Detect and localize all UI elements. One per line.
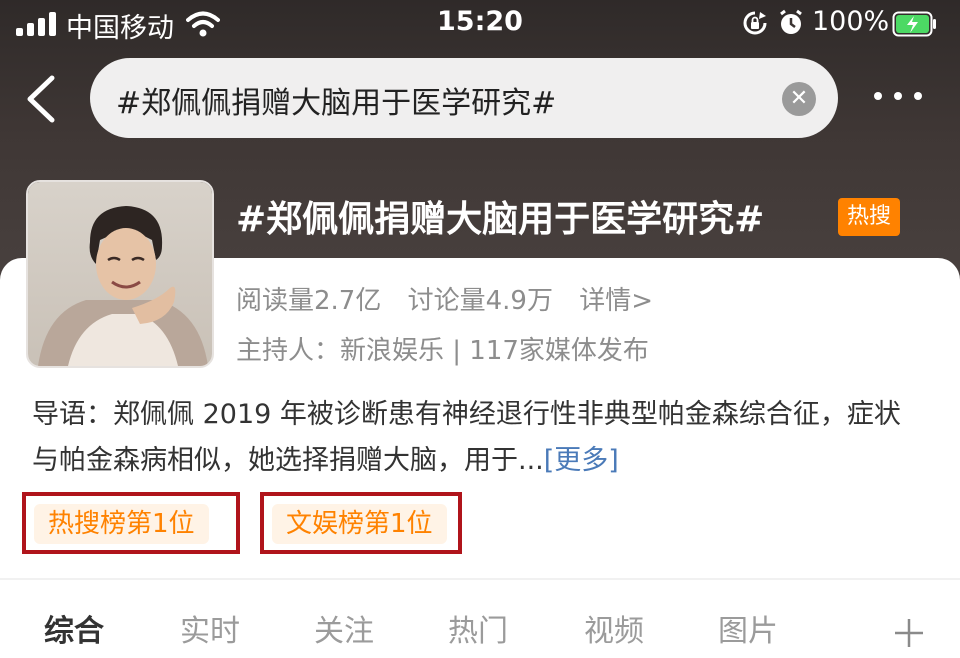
rotation-lock-icon [743, 11, 767, 35]
tab-video[interactable]: 视频 [584, 606, 644, 650]
rank-highlight: 热搜榜第1位 [22, 492, 240, 554]
battery-percent: 100% [812, 6, 890, 37]
status-bar: 中国移动 15:20 100% [0, 0, 960, 50]
search-input[interactable]: #郑佩佩捐赠大脑用于医学研究# ✕ [90, 58, 838, 138]
battery-charging-icon [892, 11, 936, 37]
more-link[interactable]: [更多] [544, 445, 619, 476]
topic-intro: 导语：郑佩佩 2019 年被诊断患有神经退行性非典型帕金森综合征，症状与帕金森病… [32, 392, 922, 484]
tab-bar: 综合 实时 关注 热门 视频 图片 [0, 600, 960, 658]
hot-badge: 热搜 [838, 198, 900, 236]
clear-icon[interactable]: ✕ [782, 82, 816, 116]
intro-text: 导语：郑佩佩 2019 年被诊断患有神经退行性非典型帕金森综合征，症状与帕金森病… [32, 399, 901, 476]
topic-title: #郑佩佩捐赠大脑用于医学研究# [236, 199, 765, 240]
back-arrow-icon[interactable] [22, 72, 62, 126]
search-query: #郑佩佩捐赠大脑用于医学研究# [116, 86, 557, 121]
more-icon[interactable] [874, 92, 922, 100]
topic-stats: 阅读量2.7亿 讨论量4.9万 详情> [236, 280, 671, 317]
rank-tag-hot-search[interactable]: 热搜榜第1位 [34, 504, 209, 544]
read-count: 阅读量2.7亿 [236, 286, 382, 316]
alarm-icon [780, 9, 802, 34]
topic-host: 主持人：新浪娱乐 | 117家媒体发布 [236, 336, 649, 366]
tab-comprehensive[interactable]: 综合 [44, 606, 104, 650]
tab-popular[interactable]: 热门 [448, 606, 508, 650]
plus-icon[interactable] [892, 616, 926, 650]
details-link[interactable]: 详情> [579, 286, 653, 316]
tab-realtime[interactable]: 实时 [180, 606, 240, 650]
divider [0, 578, 960, 580]
topic-avatar[interactable] [26, 180, 214, 368]
tab-pictures[interactable]: 图片 [718, 606, 778, 650]
discussion-count: 讨论量4.9万 [407, 286, 553, 316]
rank-tag-entertainment[interactable]: 文娱榜第1位 [272, 504, 447, 544]
rank-highlight: 文娱榜第1位 [260, 492, 462, 554]
tab-follow[interactable]: 关注 [314, 606, 374, 650]
avatar-image [28, 182, 212, 366]
